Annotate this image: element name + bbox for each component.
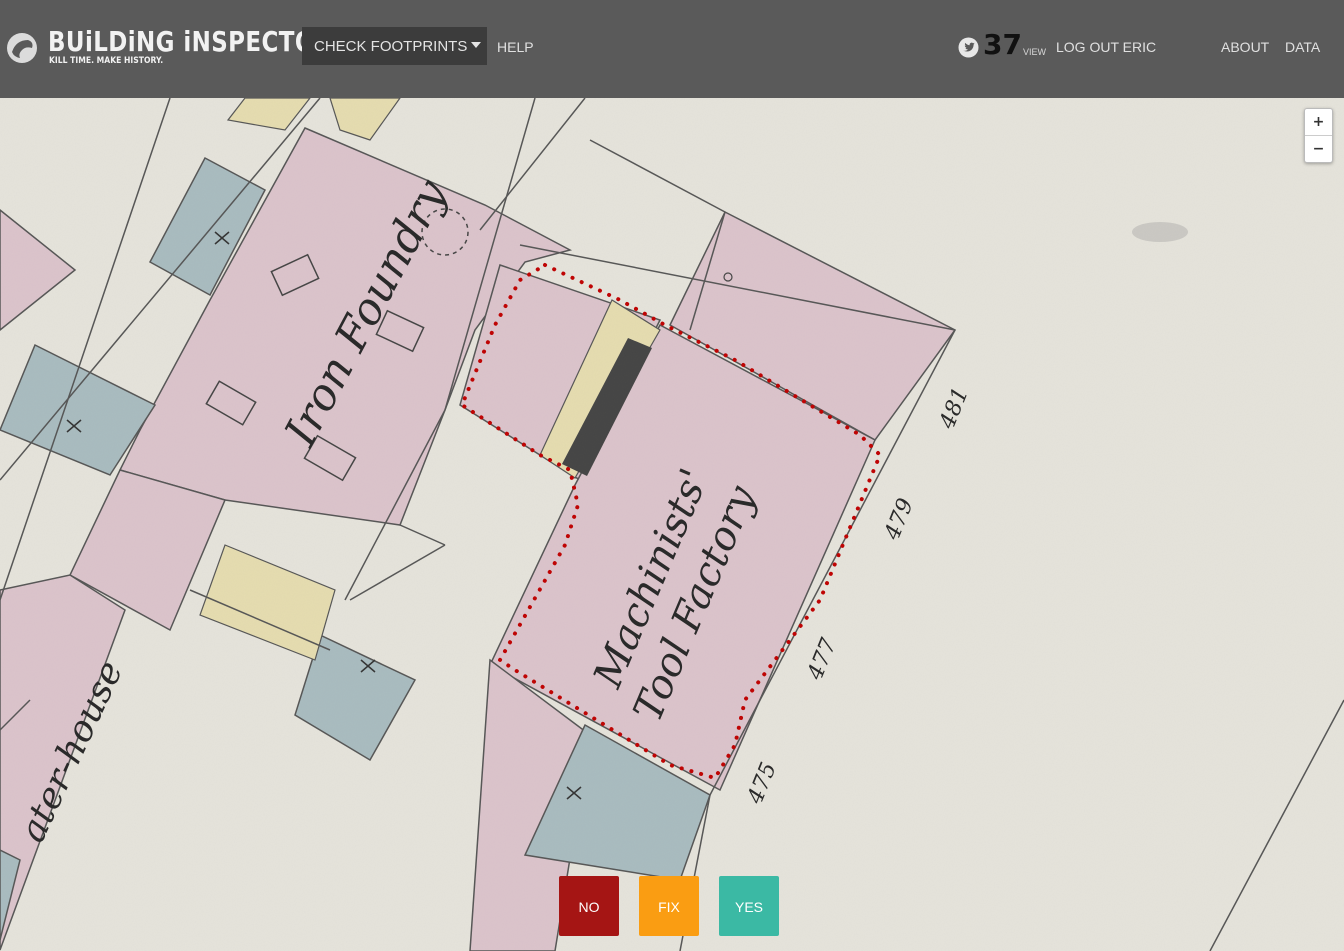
fix-button[interactable]: FIX — [639, 876, 699, 936]
task-dropdown[interactable]: CHECK FOOTPRINTS — [302, 27, 487, 65]
no-button[interactable]: NO — [559, 876, 619, 936]
top-navbar: BUiLDiNG iNSPECTOR KILL TIME. MAKE HISTO… — [0, 0, 1344, 98]
map-viewport[interactable]: Iron Foundry Machinists' Tool Factory at… — [0, 98, 1344, 951]
yes-button[interactable]: YES — [719, 876, 779, 936]
logout-link[interactable]: LOG OUT ERIC — [1056, 38, 1156, 56]
task-dropdown-label: CHECK FOOTPRINTS — [314, 38, 468, 55]
logo-tagline: KILL TIME. MAKE HISTORY. — [49, 56, 164, 66]
lion-logo-icon — [7, 33, 37, 63]
logo-title: BUiLDiNG iNSPECTOR — [48, 25, 333, 58]
caret-down-icon — [471, 42, 482, 49]
zoom-control: + − — [1304, 108, 1333, 163]
twitter-icon[interactable] — [958, 37, 979, 58]
app-logo[interactable]: BUiLDiNG iNSPECTOR KILL TIME. MAKE HISTO… — [6, 26, 332, 68]
about-link[interactable]: ABOUT — [1221, 38, 1269, 56]
score-count: 37 — [983, 28, 1022, 61]
zoom-out-button[interactable]: − — [1305, 136, 1332, 162]
zoom-in-button[interactable]: + — [1305, 109, 1332, 136]
data-link[interactable]: DATA — [1285, 38, 1320, 56]
help-link[interactable]: HELP — [497, 38, 534, 56]
view-score-link[interactable]: VIEW — [1023, 46, 1046, 58]
